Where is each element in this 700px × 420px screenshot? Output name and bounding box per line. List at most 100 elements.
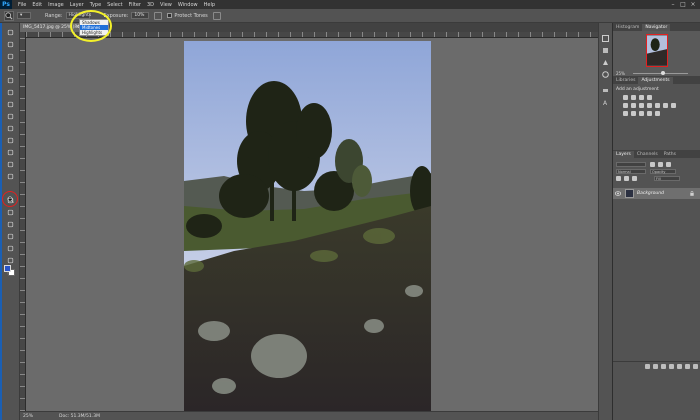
opacity-field[interactable]: Opacity (650, 169, 676, 174)
lock-position-icon[interactable] (624, 176, 629, 181)
protect-tones-checkbox[interactable] (167, 13, 173, 18)
tab-paths[interactable]: Paths (661, 151, 679, 158)
adjustments-panel: Add an adjustment (613, 84, 700, 122)
hue-saturation-icon[interactable] (631, 103, 636, 108)
threshold-icon[interactable] (639, 111, 644, 116)
tab-adjustments[interactable]: Adjustments (638, 77, 673, 84)
invert-icon[interactable] (623, 111, 628, 116)
lock-all-icon[interactable] (632, 176, 637, 181)
levels-icon[interactable] (631, 95, 636, 100)
foreground-color-swatch[interactable] (4, 265, 11, 272)
menu-image[interactable]: Image (45, 2, 67, 8)
status-doc-size[interactable]: Doc: 51.3M/51.3M (59, 414, 100, 419)
new-adjustment-icon[interactable] (669, 364, 674, 369)
tab-histogram[interactable]: Histogram (613, 24, 642, 31)
history-icon[interactable] (602, 35, 609, 42)
zoom-tool-icon[interactable] (5, 256, 15, 264)
pixel-filter-icon[interactable] (650, 162, 655, 167)
type-tool-icon[interactable] (5, 208, 15, 216)
menu-type[interactable]: Type (87, 2, 104, 8)
quick-select-tool-icon[interactable] (5, 64, 15, 72)
panel-gap (613, 122, 700, 150)
move-tool-icon[interactable] (5, 28, 15, 36)
link-layers-icon[interactable] (645, 364, 650, 369)
layer-style-icon[interactable] (653, 364, 658, 369)
lock-pixels-icon[interactable] (616, 176, 621, 181)
navigator-zoom-slider[interactable] (633, 70, 688, 75)
menu-window[interactable]: Window (175, 2, 201, 8)
swatches-icon[interactable] (602, 59, 609, 66)
gradient-map-icon[interactable] (647, 111, 652, 116)
channel-mixer-icon[interactable] (663, 103, 668, 108)
gradient-tool-icon[interactable] (5, 160, 15, 168)
tab-layers[interactable]: Layers (613, 151, 634, 158)
posterize-icon[interactable] (631, 111, 636, 116)
tab-libraries[interactable]: Libraries (613, 77, 638, 84)
add-mask-icon[interactable] (661, 364, 666, 369)
color-lookup-icon[interactable] (671, 103, 676, 108)
properties-icon[interactable] (602, 47, 609, 54)
brush-size-picker[interactable]: ▾ (17, 12, 31, 19)
navigator-zoom-value[interactable]: 25% (616, 71, 630, 76)
selective-color-icon[interactable] (655, 111, 660, 116)
delete-layer-icon[interactable] (693, 364, 698, 369)
vibrance-icon[interactable] (623, 103, 628, 108)
blend-mode-select[interactable]: Normal (616, 169, 646, 174)
fill-field[interactable]: Fill (654, 176, 680, 181)
exposure-icon[interactable] (647, 95, 652, 100)
canvas-area[interactable] (26, 38, 610, 411)
healing-brush-tool-icon[interactable] (5, 100, 15, 108)
photo-canvas[interactable] (184, 41, 431, 411)
status-zoom[interactable]: 25% (23, 414, 37, 419)
tool-preset-picker[interactable] (4, 10, 14, 21)
new-layer-icon[interactable] (685, 364, 690, 369)
menu-view[interactable]: View (157, 2, 175, 8)
curves-icon[interactable] (639, 95, 644, 100)
tab-navigator[interactable]: Navigator (642, 24, 671, 31)
menu-file[interactable]: File (15, 2, 29, 8)
close-window-button[interactable]: × (688, 0, 698, 9)
maximize-button[interactable]: □ (678, 0, 688, 9)
layer-row-background[interactable]: Background (613, 188, 700, 199)
type-filter-icon[interactable] (666, 162, 671, 167)
black-white-icon[interactable] (647, 103, 652, 108)
airbrush-toggle-icon[interactable] (154, 11, 163, 20)
blur-tool-icon[interactable] (5, 172, 15, 180)
exposure-field[interactable]: 10% (131, 12, 150, 19)
eraser-tool-icon[interactable] (5, 148, 15, 156)
visibility-eye-icon[interactable] (615, 191, 621, 196)
crop-tool-icon[interactable] (5, 76, 15, 84)
marquee-tool-icon[interactable] (5, 40, 15, 48)
brush-tool-icon[interactable] (5, 112, 15, 120)
tab-channels[interactable]: Channels (634, 151, 661, 158)
menu-edit[interactable]: Edit (29, 2, 45, 8)
brightness-contrast-icon[interactable] (623, 95, 628, 100)
layer-kind-filter[interactable] (616, 162, 646, 167)
path-select-tool-icon[interactable] (5, 220, 15, 228)
minimize-button[interactable]: – (668, 0, 678, 9)
menu-layer[interactable]: Layer (67, 2, 87, 8)
history-brush-tool-icon[interactable] (5, 136, 15, 144)
color-balance-icon[interactable] (639, 103, 644, 108)
menu-help[interactable]: Help (201, 2, 218, 8)
navigator-preview[interactable] (646, 34, 668, 67)
eyedropper-tool-icon[interactable] (5, 88, 15, 96)
hand-tool-icon[interactable] (5, 244, 15, 252)
menu-3d[interactable]: 3D (144, 2, 157, 8)
shape-tool-icon[interactable] (5, 232, 15, 240)
layers-panel: Normal Opacity Fill Background (613, 161, 700, 371)
character-icon[interactable]: A (602, 99, 609, 106)
zoom-slider-knob[interactable] (661, 70, 665, 75)
clone-stamp-tool-icon[interactable] (5, 124, 15, 132)
menu-select[interactable]: Select (104, 2, 125, 8)
layers-footer (613, 361, 700, 371)
menu-filter[interactable]: Filter (126, 2, 144, 8)
brush-settings-icon[interactable] (602, 87, 609, 94)
new-group-icon[interactable] (677, 364, 682, 369)
lasso-tool-icon[interactable] (5, 52, 15, 60)
adjustment-filter-icon[interactable] (658, 162, 663, 167)
layer-name[interactable]: Background (637, 191, 664, 196)
info-icon[interactable] (602, 71, 609, 78)
photo-filter-icon[interactable] (655, 103, 660, 108)
pressure-size-icon[interactable] (212, 11, 221, 20)
